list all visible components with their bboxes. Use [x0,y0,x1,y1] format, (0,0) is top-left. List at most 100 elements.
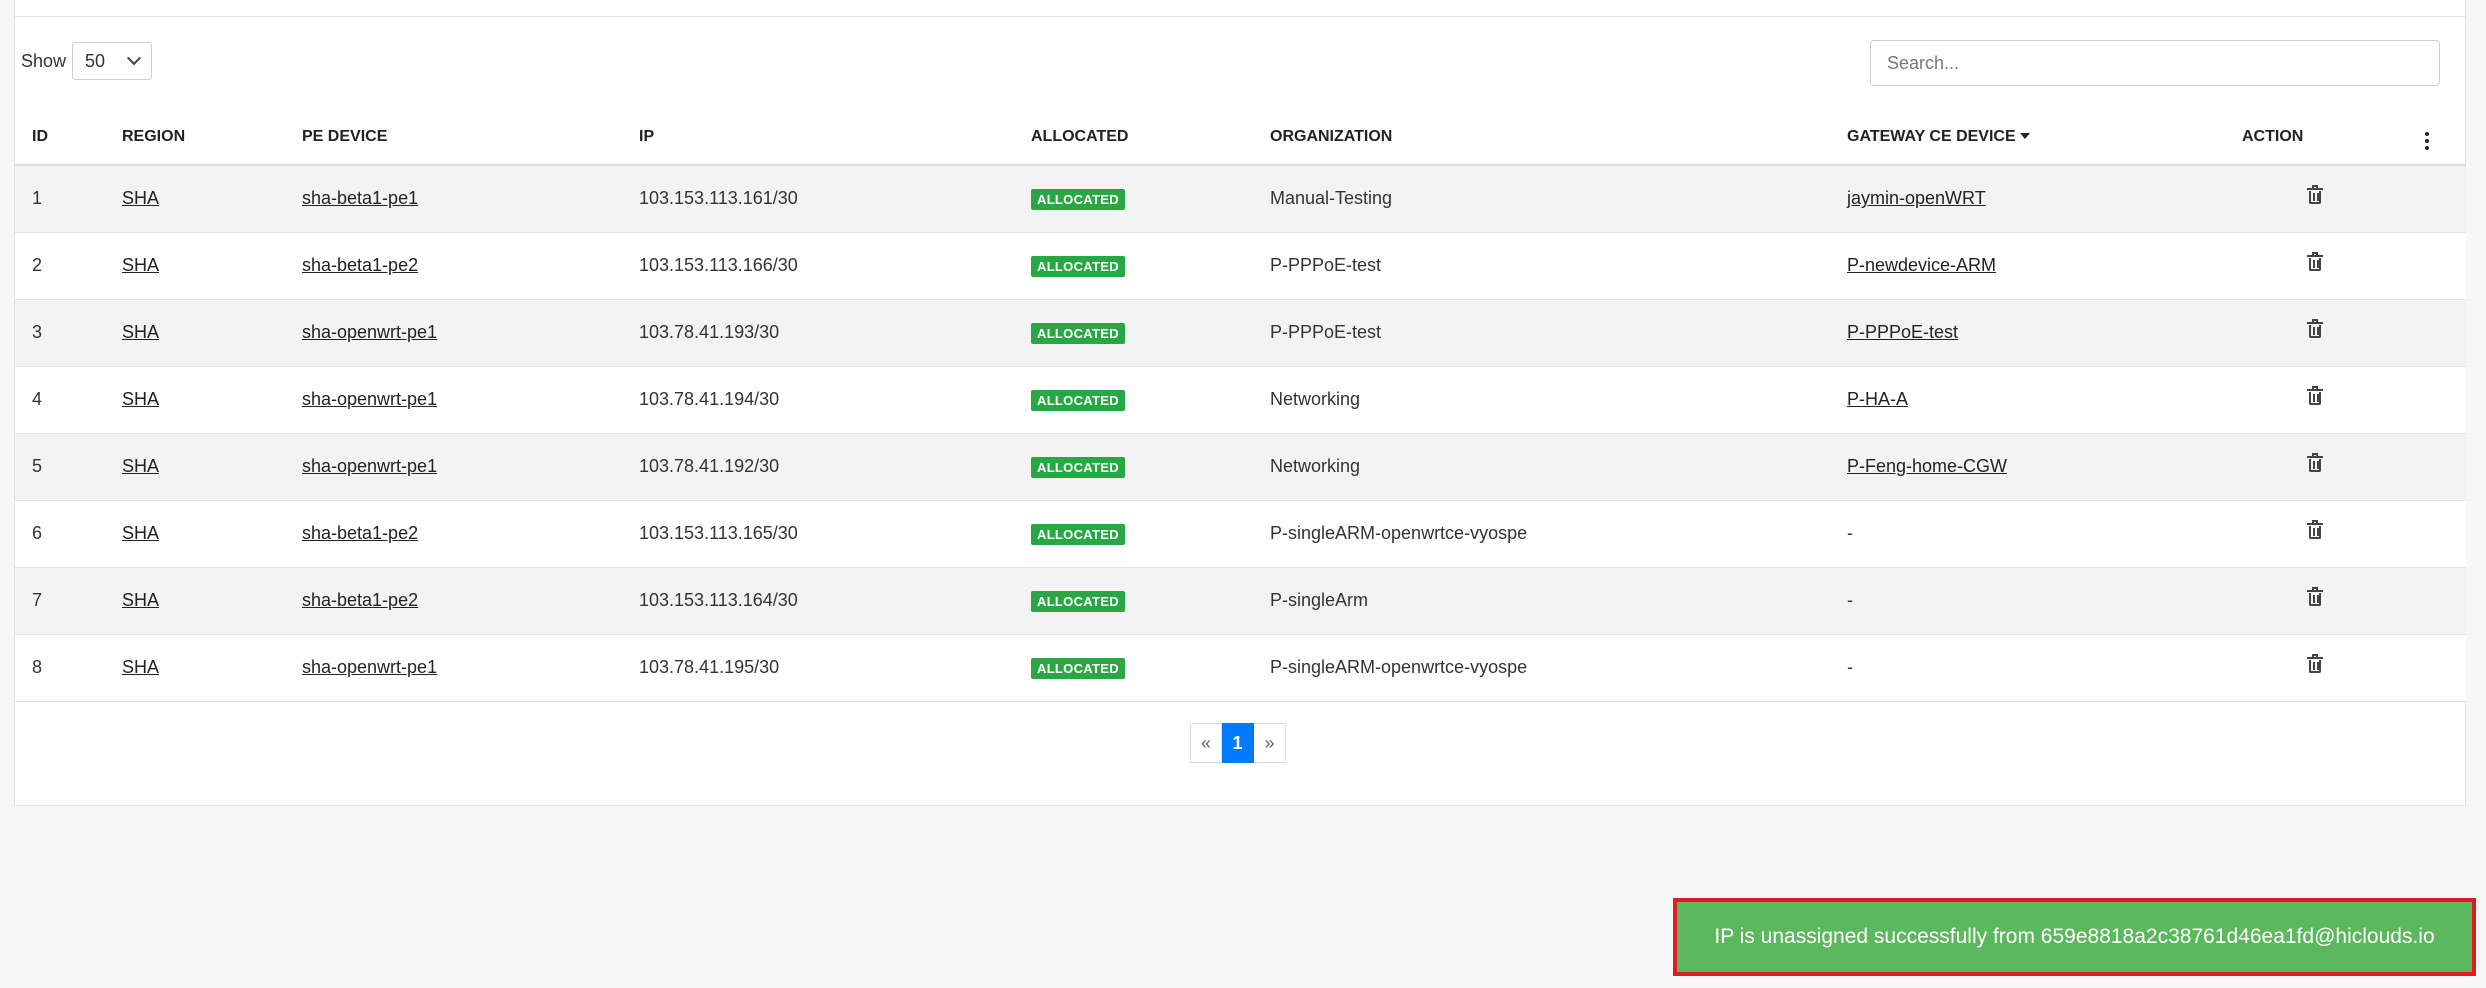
cell-action [2225,567,2405,635]
table-row: 6 SHA sha-beta1-pe2 103.153.113.165/30 ALLOC… [15,500,2466,568]
region-link[interactable]: SHA [122,590,159,610]
cell-empty [2405,567,2466,635]
pe-device-link[interactable]: sha-openwrt-pe1 [302,389,437,409]
status-badge: ALLOCATED [1031,188,1125,210]
cell-organization: P-singleARM-openwrtce-vyospe [1253,500,1830,568]
col-region[interactable]: REGION [105,109,285,166]
cell-id: 8 [15,634,105,702]
top-strip [14,0,2466,17]
pe-device-link[interactable]: sha-beta1-pe2 [302,590,418,610]
pe-device-link[interactable]: sha-openwrt-pe1 [302,456,437,476]
kebab-menu-icon[interactable] [2422,132,2432,150]
cell-ip: 103.78.41.192/30 [622,433,1014,501]
pagination: « 1 » [1190,723,1286,763]
col-gateway[interactable]: GATEWAY CE DEVICE [1830,109,2225,166]
toast-message: IP is unassigned successfully from 659e8… [1714,925,2435,948]
ip-allocation-table: ID REGION PE DEVICE IP ALLOCATED ORGANIZ… [15,109,2466,702]
cell-gateway: - [1847,523,1853,543]
cell-gateway: - [1847,590,1853,610]
cell-organization: P-singleArm [1253,567,1830,635]
cell-organization: Networking [1253,433,1830,501]
trash-icon[interactable] [2307,185,2323,205]
trash-icon[interactable] [2307,654,2323,674]
cell-empty [2405,433,2466,501]
col-ip[interactable]: IP [622,109,1014,166]
cell-id: 4 [15,366,105,434]
search-input[interactable] [1870,40,2440,86]
gateway-link[interactable]: P-Feng-home-CGW [1847,456,2007,476]
cell-ip: 103.153.113.164/30 [622,567,1014,635]
cell-organization: P-PPPoE-test [1253,299,1830,367]
cell-action [2225,232,2405,300]
col-allocated[interactable]: ALLOCATED [1014,109,1253,166]
cell-empty [2405,299,2466,367]
trash-icon[interactable] [2307,319,2323,339]
region-link[interactable]: SHA [122,188,159,208]
cell-ip: 103.153.113.165/30 [622,500,1014,568]
pe-device-link[interactable]: sha-beta1-pe2 [302,255,418,275]
cell-ip: 103.153.113.161/30 [622,165,1014,233]
table-row: 3 SHA sha-openwrt-pe1 103.78.41.193/30 ALLOC… [15,299,2466,367]
trash-icon[interactable] [2307,386,2323,406]
success-toast[interactable]: IP is unassigned successfully from 659e8… [1673,898,2476,976]
column-menu[interactable] [2405,109,2466,166]
status-badge: ALLOCATED [1031,456,1125,478]
cell-action [2225,634,2405,702]
status-badge: ALLOCATED [1031,255,1125,277]
gateway-link[interactable]: P-newdevice-ARM [1847,255,1996,275]
cell-gateway: - [1847,657,1853,677]
status-badge: ALLOCATED [1031,523,1125,545]
cell-empty [2405,165,2466,233]
col-action: ACTION [2225,109,2405,166]
gateway-link[interactable]: jaymin-openWRT [1847,188,1986,208]
cell-ip: 103.78.41.195/30 [622,634,1014,702]
sort-desc-icon [2019,133,2030,140]
page-size-value: 50 [85,50,106,71]
trash-icon[interactable] [2307,453,2323,473]
pagination-next-button[interactable]: » [1254,723,1286,763]
cell-organization: Manual-Testing [1253,165,1830,233]
cell-empty [2405,634,2466,702]
cell-id: 3 [15,299,105,367]
pe-device-link[interactable]: sha-beta1-pe2 [302,523,418,543]
cell-organization: P-singleARM-openwrtce-vyospe [1253,634,1830,702]
page-size-control: Show 50 [21,42,153,80]
region-link[interactable]: SHA [122,523,159,543]
pagination-page-button[interactable]: 1 [1222,723,1254,763]
table-row: 2 SHA sha-beta1-pe2 103.153.113.166/30 ALLOC… [15,232,2466,300]
trash-icon[interactable] [2307,252,2323,272]
cell-action [2225,366,2405,434]
trash-icon[interactable] [2307,587,2323,607]
trash-icon[interactable] [2307,520,2323,540]
cell-action [2225,299,2405,367]
col-id[interactable]: ID [15,109,105,166]
table-body: 1 SHA sha-beta1-pe1 103.153.113.161/30 ALLOC… [15,165,2466,702]
col-gateway-label: GATEWAY CE DEVICE [1847,127,2016,145]
cell-ip: 103.78.41.194/30 [622,366,1014,434]
page-size-select[interactable]: 50 [72,42,153,80]
cell-id: 7 [15,567,105,635]
cell-organization: Networking [1253,366,1830,434]
region-link[interactable]: SHA [122,255,159,275]
cell-empty [2405,500,2466,568]
pe-device-link[interactable]: sha-openwrt-pe1 [302,657,437,677]
pe-device-link[interactable]: sha-beta1-pe1 [302,188,418,208]
col-pe-device[interactable]: PE DEVICE [285,109,622,166]
region-link[interactable]: SHA [122,657,159,677]
pagination-prev-button[interactable]: « [1190,723,1222,763]
cell-ip: 103.78.41.193/30 [622,299,1014,367]
cell-id: 5 [15,433,105,501]
region-link[interactable]: SHA [122,389,159,409]
region-link[interactable]: SHA [122,322,159,342]
col-organization[interactable]: ORGANIZATION [1253,109,1830,166]
table-row: 8 SHA sha-openwrt-pe1 103.78.41.195/30 ALLOC… [15,634,2466,702]
gateway-link[interactable]: P-PPPoE-test [1847,322,1958,342]
cell-empty [2405,366,2466,434]
pe-device-link[interactable]: sha-openwrt-pe1 [302,322,437,342]
table-row: 7 SHA sha-beta1-pe2 103.153.113.164/30 ALLOC… [15,567,2466,635]
cell-ip: 103.153.113.166/30 [622,232,1014,300]
table-row: 4 SHA sha-openwrt-pe1 103.78.41.194/30 ALLOC… [15,366,2466,434]
cell-action [2225,500,2405,568]
region-link[interactable]: SHA [122,456,159,476]
gateway-link[interactable]: P-HA-A [1847,389,1908,409]
